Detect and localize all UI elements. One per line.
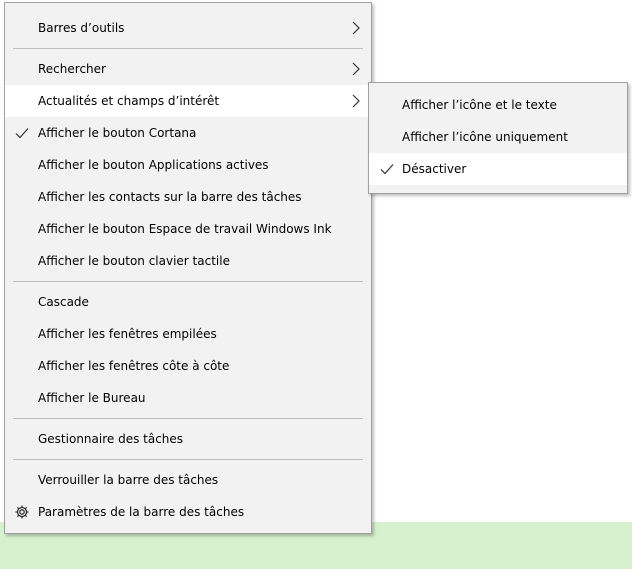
- menu-item-label: Gestionnaire des tâches: [38, 432, 184, 446]
- menu-item-stacked-windows[interactable]: Afficher les fenêtres empilées: [5, 318, 371, 350]
- submenu-item-label: Afficher l’icône et le texte: [402, 98, 557, 112]
- chevron-right-icon: [352, 62, 360, 76]
- checkmark-icon: [380, 164, 394, 175]
- gear-icon: [15, 505, 29, 519]
- menu-item-show-desktop[interactable]: Afficher le Bureau: [5, 382, 371, 414]
- menu-item-news-and-interests[interactable]: Actualités et champs d’intérêt: [5, 85, 371, 117]
- submenu-item-disable[interactable]: Désactiver: [369, 153, 627, 185]
- news-and-interests-submenu: Afficher l’icône et le texte Afficher l’…: [368, 82, 628, 194]
- menu-item-label: Cascade: [38, 295, 89, 309]
- menu-item-toolbars[interactable]: Barres d’outils: [5, 12, 371, 44]
- menu-item-show-cortana[interactable]: Afficher le bouton Cortana: [5, 117, 371, 149]
- menu-separator: [13, 459, 363, 460]
- taskbar-context-menu: Barres d’outils Rechercher Actualités et…: [4, 2, 372, 534]
- submenu-item-label: Afficher l’icône uniquement: [402, 130, 568, 144]
- chevron-right-icon: [352, 21, 360, 35]
- menu-item-label: Afficher le bouton Applications actives: [38, 158, 269, 172]
- menu-item-label: Afficher le bouton clavier tactile: [38, 254, 230, 268]
- menu-separator: [13, 418, 363, 419]
- menu-item-label: Actualités et champs d’intérêt: [38, 94, 220, 108]
- menu-item-show-task-view[interactable]: Afficher le bouton Applications actives: [5, 149, 371, 181]
- menu-item-label: Rechercher: [38, 62, 106, 76]
- menu-item-label: Afficher le Bureau: [38, 391, 146, 405]
- menu-separator: [13, 48, 363, 49]
- menu-item-label: Afficher les fenêtres empilées: [38, 327, 217, 341]
- menu-item-cascade[interactable]: Cascade: [5, 286, 371, 318]
- submenu-item-label: Désactiver: [402, 162, 467, 176]
- menu-item-label: Afficher le bouton Espace de travail Win…: [38, 222, 332, 236]
- menu-item-side-by-side-windows[interactable]: Afficher les fenêtres côte à côte: [5, 350, 371, 382]
- menu-item-label: Barres d’outils: [38, 21, 125, 35]
- chevron-right-icon: [352, 94, 360, 108]
- menu-item-label: Afficher les contacts sur la barre des t…: [38, 190, 302, 204]
- submenu-item-show-icon-only[interactable]: Afficher l’icône uniquement: [369, 121, 627, 153]
- menu-separator: [13, 281, 363, 282]
- menu-item-label: Verrouiller la barre des tâches: [38, 473, 219, 487]
- menu-item-task-manager[interactable]: Gestionnaire des tâches: [5, 423, 371, 455]
- menu-item-show-windows-ink[interactable]: Afficher le bouton Espace de travail Win…: [5, 213, 371, 245]
- menu-item-label: Afficher les fenêtres côte à côte: [38, 359, 230, 373]
- checkmark-icon: [15, 128, 29, 139]
- menu-item-taskbar-settings[interactable]: Paramètres de la barre des tâches: [5, 496, 371, 528]
- submenu-item-show-icon-and-text[interactable]: Afficher l’icône et le texte: [369, 89, 627, 121]
- menu-item-show-touch-keyboard[interactable]: Afficher le bouton clavier tactile: [5, 245, 371, 277]
- menu-item-lock-taskbar[interactable]: Verrouiller la barre des tâches: [5, 464, 371, 496]
- menu-item-label: Afficher le bouton Cortana: [38, 126, 197, 140]
- menu-item-show-contacts[interactable]: Afficher les contacts sur la barre des t…: [5, 181, 371, 213]
- menu-item-label: Paramètres de la barre des tâches: [38, 505, 245, 519]
- menu-item-search[interactable]: Rechercher: [5, 53, 371, 85]
